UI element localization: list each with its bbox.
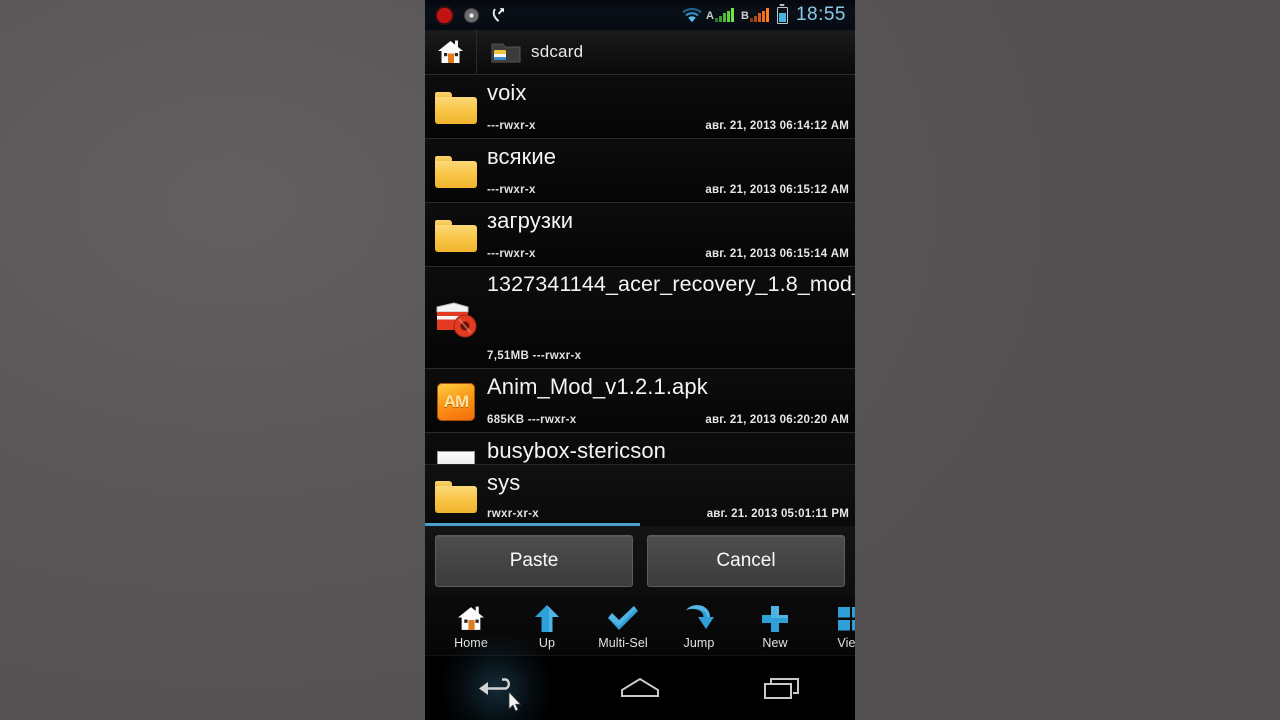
list-item-name: sys xyxy=(487,470,521,495)
toolbar-item-new[interactable]: New xyxy=(737,596,813,657)
sim-a-signal-icon: A xyxy=(706,8,734,22)
toolbar-item-label: Multi-Sel xyxy=(598,635,648,650)
call-divert-icon xyxy=(491,7,505,23)
list-item-date: авг. 21, 2013 06:20:20 AM xyxy=(705,414,849,426)
list-item-sys[interactable]: sys rwxr-xr-x авг. 21. 2013 05:01:11 PM xyxy=(425,464,855,526)
list-item-icon: AM xyxy=(425,369,487,432)
list-item-body: Anim_Mod_v1.2.1.apk 685KB ---rwxr-x авг. 2… xyxy=(487,369,855,432)
list-item-meta: ---rwxr-x авг. 21, 2013 06:14:12 AM xyxy=(487,120,849,132)
toolbar-item-label: View xyxy=(837,635,855,650)
list-item-body: voix ---rwxr-x авг. 21, 2013 06:14:12 AM xyxy=(487,75,855,138)
list-item-permissions: ---rwxr-x xyxy=(487,248,536,260)
nav-home-button[interactable] xyxy=(568,656,711,720)
list-item-name: всякие xyxy=(487,144,557,169)
folder-icon xyxy=(435,155,477,188)
apk-anim-mod-icon: AM xyxy=(437,382,475,421)
list-item-body: 1327341144_acer_recovery_1.8_mod_rsoft_t… xyxy=(487,267,855,368)
table-row[interactable]: всякие ---rwxr-x авг. 21, 2013 06:15:12 AM xyxy=(425,139,855,203)
table-row[interactable]: voix ---rwxr-x авг. 21, 2013 06:14:12 AM xyxy=(425,75,855,139)
home-icon xyxy=(457,604,485,634)
nav-recents-button[interactable] xyxy=(712,656,855,720)
jump-arrow-icon xyxy=(684,604,714,634)
list-item-permissions: ---rwxr-x xyxy=(487,120,536,132)
folder-icon xyxy=(435,219,477,252)
status-bar-clock: 18:55 xyxy=(795,4,846,25)
list-item-body: всякие ---rwxr-x авг. 21, 2013 06:15:12 AM xyxy=(487,139,855,202)
sdcard-folder-icon xyxy=(491,40,521,64)
list-item-name: загрузки xyxy=(487,208,574,233)
status-bar-left-icons xyxy=(425,7,505,23)
table-row[interactable]: AM Anim_Mod_v1.2.1.apk 685KB ---rwxr-x авг.… xyxy=(425,369,855,433)
list-item-name: Anim_Mod_v1.2.1.apk xyxy=(487,374,708,399)
list-item-permissions: ---rwxr-x xyxy=(487,184,536,196)
list-item-name: busybox-stericson xyxy=(487,438,666,463)
sim-a-label: A xyxy=(706,10,714,22)
up-arrow-icon xyxy=(534,604,560,634)
cancel-button[interactable]: Cancel xyxy=(647,535,845,587)
list-item-date: авг. 21, 2013 06:15:12 AM xyxy=(705,184,849,196)
list-item-body: sys rwxr-xr-x авг. 21. 2013 05:01:11 PM xyxy=(487,465,855,526)
checkmark-icon xyxy=(607,604,639,634)
list-item-name: 1327341144_acer_recovery_1.8_mod_rsoft_t… xyxy=(487,272,855,296)
breadcrumb: sdcard xyxy=(425,30,855,75)
list-item-name: voix xyxy=(487,80,527,105)
list-item-body: загрузки ---rwxr-x авг. 21, 2013 06:15:14 … xyxy=(487,203,855,266)
toolbar-item-view[interactable]: View xyxy=(813,596,855,657)
toolbar-item-label: Up xyxy=(538,635,556,650)
battery-icon xyxy=(776,6,788,24)
mouse-cursor-icon xyxy=(508,691,522,712)
status-bar-right-icons: A B 18:55 xyxy=(682,4,855,26)
table-row[interactable]: 1327341144_acer_recovery_1.8_mod_rsoft_t… xyxy=(425,267,855,369)
list-item-permissions: 685KB ---rwxr-x xyxy=(487,414,577,426)
list-item-body: busybox-stericson xyxy=(487,433,855,464)
file-list-clipped-row[interactable]: busybox-stericson xyxy=(425,433,855,464)
android-navigation-bar[interactable] xyxy=(425,632,855,720)
toolbar-item-label: Jump xyxy=(683,635,715,650)
file-icon xyxy=(437,450,475,464)
paste-button[interactable]: Paste xyxy=(435,535,633,587)
list-item-meta: 7,51MB ---rwxr-xавг. 23, 2013 07:28:44 A… xyxy=(487,350,855,362)
folder-icon xyxy=(435,91,477,124)
disc-icon xyxy=(465,8,478,22)
toolbar-item-multi-sel[interactable]: Multi-Sel xyxy=(585,596,661,657)
file-list[interactable]: voix ---rwxr-x авг. 21, 2013 06:14:12 AM вс… xyxy=(425,75,855,433)
status-bar: A B 18:55 xyxy=(425,0,855,30)
list-item-meta: rwxr-xr-x авг. 21. 2013 05:01:11 PM xyxy=(487,508,849,520)
record-dot-icon xyxy=(437,7,452,23)
list-item-icon xyxy=(425,433,487,464)
sim-b-label: B xyxy=(741,10,749,22)
list-item-icon xyxy=(425,203,487,266)
plus-icon xyxy=(761,604,789,634)
list-item-icon xyxy=(425,139,487,202)
folder-icon xyxy=(425,465,487,526)
list-item-date: авг. 21, 2013 06:14:12 AM xyxy=(705,120,849,132)
breadcrumb-item-sdcard[interactable]: sdcard xyxy=(476,30,595,74)
list-item-permissions: 7,51MB ---rwxr-x xyxy=(487,350,582,362)
list-item-date: авг. 21, 2013 06:15:14 AM xyxy=(705,248,849,260)
sim-b-signal-icon: B xyxy=(741,8,769,22)
wifi-icon xyxy=(682,7,702,23)
breadcrumb-home-button[interactable] xyxy=(425,30,476,74)
home-icon xyxy=(437,39,464,65)
list-item-meta: ---rwxr-x авг. 21, 2013 06:15:14 AM xyxy=(487,248,849,260)
list-item-meta: ---rwxr-x авг. 21, 2013 06:15:12 AM xyxy=(487,184,849,196)
toolbar-item-jump[interactable]: Jump xyxy=(661,596,737,657)
breadcrumb-label-sdcard: sdcard xyxy=(531,42,584,61)
list-item-date: авг. 21. 2013 05:01:11 PM xyxy=(706,508,849,520)
list-item-meta: 685KB ---rwxr-x авг. 21, 2013 06:20:20 AM xyxy=(487,414,849,426)
grid-icon xyxy=(837,604,855,634)
progress-bar xyxy=(425,523,640,526)
nav-back-button[interactable] xyxy=(425,632,568,720)
table-row[interactable]: busybox-stericson xyxy=(425,433,855,464)
phone-screen: A B 18:55 sdcard voix ---rwxr-x авг. 21,… xyxy=(425,0,855,720)
table-row[interactable]: загрузки ---rwxr-x авг. 21, 2013 06:15:14 … xyxy=(425,203,855,267)
zip-archive-icon xyxy=(434,299,478,339)
list-item-icon xyxy=(425,267,487,368)
toolbar-item-label: New xyxy=(762,635,788,650)
list-item-permissions: rwxr-xr-x xyxy=(487,508,539,520)
action-bar: Paste Cancel xyxy=(425,526,855,596)
list-item-icon xyxy=(425,75,487,138)
